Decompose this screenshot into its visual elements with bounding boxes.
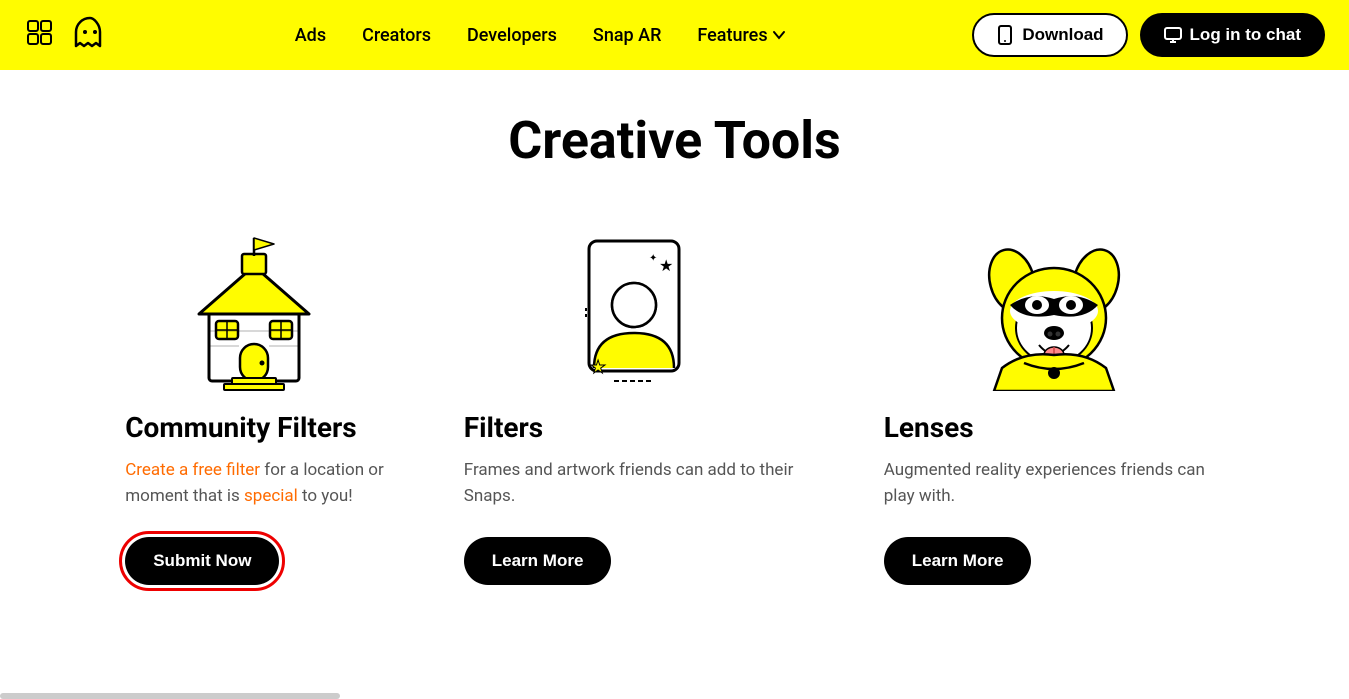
filters-icon: ★ ✦ ★	[464, 231, 804, 391]
login-button[interactable]: Log in to chat	[1140, 13, 1325, 57]
filters-learn-more-button[interactable]: Learn More	[464, 537, 612, 585]
download-button[interactable]: Download	[972, 13, 1127, 57]
card-community-filters: Community Filters Create a free filter f…	[125, 231, 384, 585]
lenses-learn-more-button[interactable]: Learn More	[884, 537, 1032, 585]
lenses-title: Lenses	[884, 411, 974, 444]
svg-text:✦: ✦	[649, 253, 657, 264]
community-filters-icon	[125, 231, 384, 391]
nav-link-snap-ar[interactable]: Snap AR	[593, 25, 661, 46]
card-lenses: Lenses Augmented reality experiences fri…	[884, 231, 1224, 585]
navbar-right: Download Log in to chat	[972, 13, 1325, 57]
community-filters-description: Create a free filter for a location ormo…	[125, 458, 384, 509]
community-filters-title: Community Filters	[125, 411, 356, 444]
scroll-bar[interactable]	[0, 693, 340, 699]
nav-link-features[interactable]: Features	[697, 25, 785, 46]
submit-now-button[interactable]: Submit Now	[125, 537, 279, 585]
navbar: Ads Creators Developers Snap AR Features…	[0, 0, 1349, 70]
nav-link-creators[interactable]: Creators	[362, 25, 431, 46]
filters-title: Filters	[464, 411, 543, 444]
page-title: Creative Tools	[60, 110, 1289, 171]
ghost-logo-icon[interactable]	[72, 16, 108, 54]
monitor-icon	[1164, 26, 1182, 44]
main-content: Creative Tools	[0, 70, 1349, 665]
card-filters: ★ ✦ ★ Filters Frames	[464, 231, 804, 585]
cards-container: Community Filters Create a free filter f…	[60, 231, 1289, 585]
svg-text:★: ★	[659, 256, 673, 275]
lenses-icon	[884, 231, 1224, 391]
svg-text:★: ★	[590, 357, 606, 378]
nav-link-ads[interactable]: Ads	[295, 25, 326, 46]
phone-icon	[996, 25, 1014, 45]
navbar-center: Ads Creators Developers Snap AR Features	[295, 25, 786, 46]
nav-link-developers[interactable]: Developers	[467, 25, 557, 46]
filters-description: Frames and artwork friends can add to th…	[464, 458, 804, 509]
lenses-description: Augmented reality experiences friends ca…	[884, 458, 1224, 509]
grid-icon[interactable]	[24, 17, 60, 53]
navbar-left	[24, 16, 108, 54]
chevron-down-icon	[772, 28, 786, 42]
